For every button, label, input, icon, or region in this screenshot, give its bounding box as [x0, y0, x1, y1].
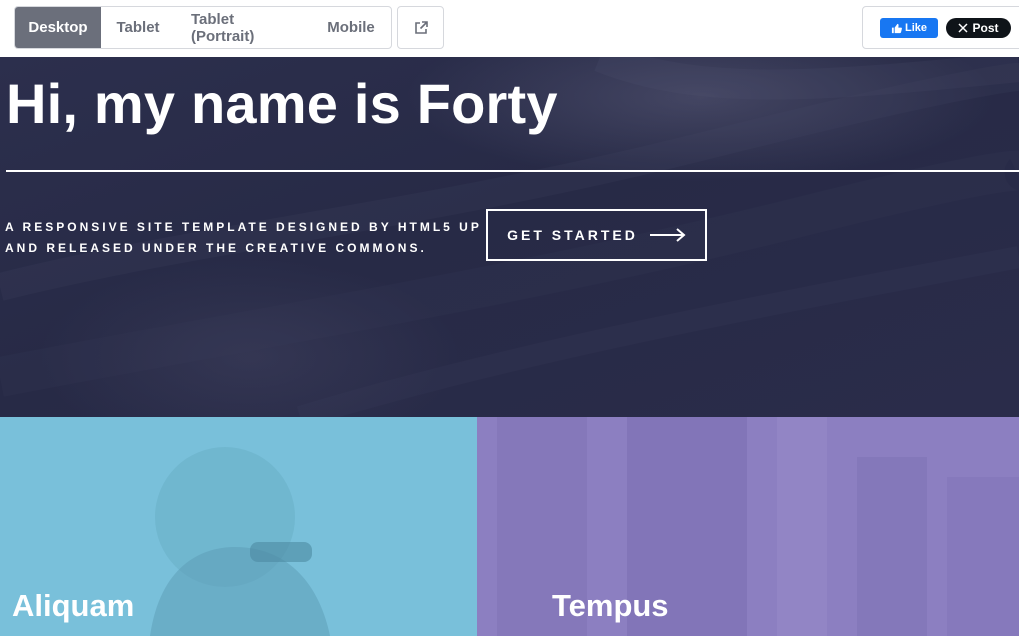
get-started-button[interactable]: GET STARTED [486, 209, 707, 261]
device-tablet-button[interactable]: Tablet [101, 7, 175, 48]
device-desktop-button[interactable]: Desktop [15, 7, 101, 48]
device-mobile-button[interactable]: Mobile [311, 7, 391, 48]
banner-divider [6, 170, 1019, 172]
thumbs-up-icon [891, 23, 902, 33]
social-share-box: Like Post [862, 6, 1019, 49]
open-external-button[interactable] [397, 6, 444, 49]
banner-subtitle-line2: AND RELEASED UNDER THE CREATIVE COMMONS. [5, 241, 427, 255]
x-post-button[interactable]: Post [946, 18, 1011, 38]
tile-tempus[interactable]: Tempus [477, 417, 1019, 636]
hero-banner: Hi, my name is Forty A RESPONSIVE SITE T… [0, 57, 1019, 417]
x-logo-icon [958, 23, 969, 33]
tile-aliquam[interactable]: Aliquam [0, 417, 477, 636]
get-started-label: GET STARTED [507, 227, 638, 243]
banner-title: Hi, my name is Forty [6, 72, 558, 135]
banner-subtitle: A RESPONSIVE SITE TEMPLATE DESIGNED BY H… [5, 217, 482, 259]
device-tablet-portrait-button[interactable]: Tablet (Portrait) [175, 7, 311, 48]
facebook-like-label: Like [904, 22, 927, 34]
external-link-icon [414, 20, 428, 34]
device-switcher: Desktop Tablet Tablet (Portrait) Mobile [14, 6, 392, 49]
tile-aliquam-title: Aliquam [12, 588, 135, 623]
facebook-like-button[interactable]: Like [880, 18, 938, 38]
tile-tempus-title: Tempus [552, 588, 669, 623]
x-post-label: Post [972, 21, 999, 35]
preview-toolbar: Desktop Tablet Tablet (Portrait) Mobile … [0, 0, 1019, 57]
arrow-right-icon [649, 228, 686, 242]
banner-subtitle-line1: A RESPONSIVE SITE TEMPLATE DESIGNED BY H… [5, 220, 482, 234]
